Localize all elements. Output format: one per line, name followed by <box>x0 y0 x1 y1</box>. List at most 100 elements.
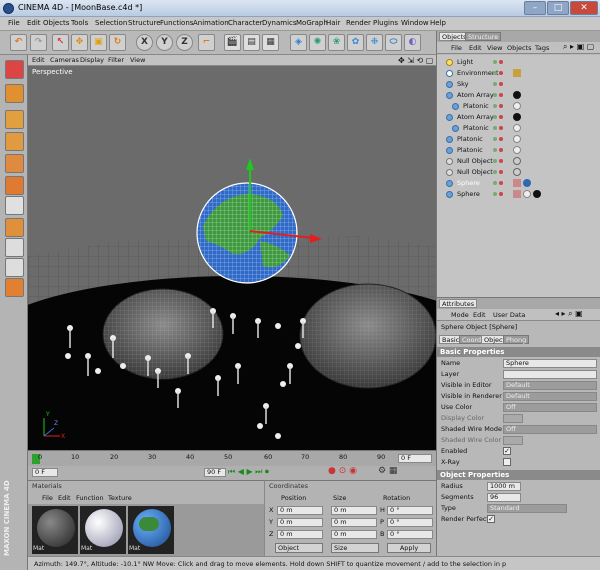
object-row[interactable]: Atom Array <box>437 90 600 101</box>
undo-icon[interactable]: ↶ <box>10 34 27 51</box>
size-z-field[interactable]: 0 m <box>331 530 377 539</box>
pos-z-field[interactable]: 0 m <box>277 530 323 539</box>
menu-window[interactable]: Window <box>401 19 429 27</box>
object-row[interactable]: Sky <box>437 79 600 90</box>
am-nav-icons[interactable]: ◂ ▸ ⌕ ▣ <box>555 309 583 319</box>
viewport-menu-edit[interactable]: Edit <box>32 56 45 64</box>
rot-h-field[interactable]: 0 ° <box>387 506 433 515</box>
render-settings-icon[interactable]: ▦ <box>262 34 279 51</box>
polygons-mode-icon[interactable] <box>5 176 24 195</box>
move-tool-icon[interactable]: ✥ <box>71 34 88 51</box>
rot-p-field[interactable]: 0 ° <box>387 518 433 527</box>
om-menu-file[interactable]: File <box>451 44 462 52</box>
menu-selection[interactable]: Selection <box>95 19 127 27</box>
axis-x-button[interactable]: X <box>136 34 153 51</box>
menu-animation[interactable]: Animation <box>193 19 229 27</box>
object-row[interactable]: Platonic <box>437 134 600 145</box>
om-menu-tags[interactable]: Tags <box>535 44 549 52</box>
workplane-icon[interactable] <box>5 258 24 277</box>
object-row[interactable]: Environment <box>437 68 600 79</box>
object-row[interactable]: Null Object <box>437 156 600 167</box>
pos-x-field[interactable]: 0 m <box>277 506 323 515</box>
xray-checkbox[interactable] <box>503 458 511 466</box>
sculpt-icon[interactable] <box>5 278 24 297</box>
am-menu-edit[interactable]: Edit <box>473 311 486 319</box>
tweak-mode-icon[interactable] <box>5 218 24 237</box>
model-mode-icon[interactable] <box>5 60 24 79</box>
visible-renderer-select[interactable]: Default <box>503 392 597 401</box>
menu-dynamics[interactable]: Dynamics <box>262 19 297 27</box>
tab-phong[interactable]: Phong <box>503 335 530 344</box>
texture-mode-icon[interactable] <box>5 84 24 103</box>
viewport-menu-filter[interactable]: Filter <box>108 56 124 64</box>
material-swatch[interactable]: Mat <box>80 506 126 554</box>
timeline[interactable]: 0 10 20 30 40 50 60 70 80 90 0 F <box>28 450 436 466</box>
scale-tool-icon[interactable]: ▣ <box>90 34 107 51</box>
menu-edit[interactable]: Edit <box>27 19 41 27</box>
object-row[interactable]: Null Object <box>437 167 600 178</box>
playback-controls-icon[interactable]: ⏮ ◀ ▶ ⏭ ⏺ <box>228 467 269 477</box>
object-row[interactable]: Platonic <box>437 145 600 156</box>
am-menu-user-data[interactable]: User Data <box>493 311 525 319</box>
keyframe-options-icon[interactable]: ⚙ ▦ <box>378 466 397 476</box>
coord-mode-select[interactable]: Object <box>275 543 323 553</box>
render-perfect-checkbox[interactable]: ✓ <box>487 515 495 523</box>
snap-icon[interactable] <box>5 238 24 257</box>
array-icon[interactable]: ✿ <box>347 34 364 51</box>
pos-y-field[interactable]: 0 m <box>277 518 323 527</box>
viewport-menu-display[interactable]: Display <box>80 56 104 64</box>
om-search-icons[interactable]: ⌕ ▸ ▣ ▢ <box>563 42 594 52</box>
nurbs-icon[interactable]: ❀ <box>328 34 345 51</box>
am-menu-mode[interactable]: Mode <box>451 311 469 319</box>
spline-icon[interactable]: ✺ <box>309 34 326 51</box>
layer-field[interactable] <box>503 370 597 379</box>
axis-y-button[interactable]: Y <box>156 34 173 51</box>
rotate-tool-icon[interactable]: ↻ <box>109 34 126 51</box>
object-row[interactable]: Light <box>437 57 600 68</box>
camera-icon[interactable]: ◐ <box>404 34 421 51</box>
axis-z-button[interactable]: Z <box>176 34 193 51</box>
cube-icon[interactable]: ◈ <box>290 34 307 51</box>
render-view-icon[interactable]: 🎬 <box>224 34 241 51</box>
radius-field[interactable]: 1000 m <box>487 482 521 491</box>
deformer-icon[interactable]: ❉ <box>366 34 383 51</box>
mat-menu-function[interactable]: Function <box>76 494 104 502</box>
maximize-button[interactable]: □ <box>547 1 569 15</box>
close-button[interactable]: ✕ <box>570 1 598 15</box>
menu-help[interactable]: Help <box>430 19 446 27</box>
object-row[interactable]: Platonic <box>437 123 600 134</box>
menu-structure[interactable]: Structure <box>128 19 161 27</box>
start-frame-field[interactable]: 0 F <box>32 468 58 477</box>
current-frame-field[interactable]: 0 F <box>398 454 432 463</box>
object-row[interactable]: Sphere <box>437 189 600 200</box>
visible-editor-select[interactable]: Default <box>503 381 597 390</box>
object-list[interactable]: Light Environment Sky Atom Array Platoni… <box>437 55 600 297</box>
menu-file[interactable]: File <box>8 19 20 27</box>
display-color-swatch[interactable] <box>503 414 523 423</box>
shaded-wire-mode-select[interactable]: Off <box>503 425 597 434</box>
om-menu-edit[interactable]: Edit <box>469 44 482 52</box>
redo-icon[interactable]: ↷ <box>30 34 47 51</box>
size-x-field[interactable]: 0 m <box>331 506 377 515</box>
enabled-checkbox[interactable]: ✓ <box>503 447 511 455</box>
rot-b-field[interactable]: 0 ° <box>387 530 433 539</box>
object-row[interactable]: Atom Array <box>437 112 600 123</box>
type-select[interactable]: Standard <box>487 504 567 513</box>
menu-mograph[interactable]: MoGraph <box>296 19 328 27</box>
select-arrow-icon[interactable]: ↖ <box>52 34 69 51</box>
coord-size-select[interactable]: Size <box>331 543 379 553</box>
segments-field[interactable]: 96 <box>487 493 521 502</box>
edges-mode-icon[interactable] <box>5 154 24 173</box>
menu-objects[interactable]: Objects <box>43 19 69 27</box>
object-row[interactable]: Platonic <box>437 101 600 112</box>
mat-menu-file[interactable]: File <box>42 494 53 502</box>
scene-icon[interactable]: ⬭ <box>385 34 402 51</box>
tab-attributes[interactable]: Attributes <box>439 299 478 308</box>
om-menu-objects[interactable]: Objects <box>507 44 532 52</box>
viewport-menu-view[interactable]: View <box>130 56 145 64</box>
menu-plugins[interactable]: Plugins <box>373 19 398 27</box>
menu-functions[interactable]: Functions <box>160 19 193 27</box>
om-menu-view[interactable]: View <box>487 44 502 52</box>
mat-menu-texture[interactable]: Texture <box>108 494 132 502</box>
tab-structure[interactable]: Structure <box>465 32 502 41</box>
